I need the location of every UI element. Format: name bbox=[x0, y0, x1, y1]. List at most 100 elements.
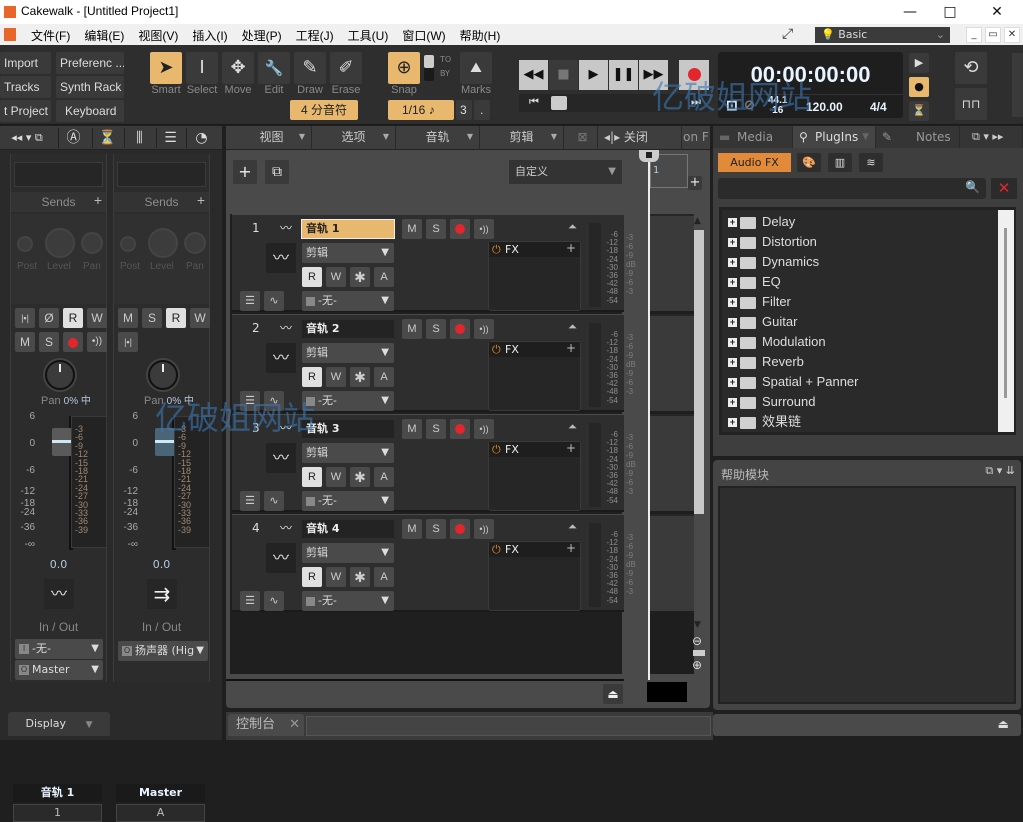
vertical-scrollbar[interactable]: ▲ ▼ ⊖ ⊕ bbox=[692, 214, 706, 674]
fast-forward-button[interactable]: ▶▶ bbox=[639, 60, 668, 90]
track-row[interactable]: 2 〰 音轨 2 M S •)) ⏶ 〰 剪辑 ▼ R W ✱ A ☰ ∿ -无-… bbox=[232, 314, 624, 412]
track-row[interactable]: 1 〰 音轨 1 M S •)) ⏶ 〰 剪辑 ▼ R W ✱ A ☰ ∿ -无-… bbox=[232, 214, 624, 312]
punch-button[interactable]: ⊓⊓ bbox=[955, 88, 987, 120]
automation-lane-icon[interactable]: ∿ bbox=[264, 291, 284, 311]
workspace-select[interactable]: 💡 Basic ⌄ bbox=[815, 27, 950, 43]
track-name[interactable]: 音轨 2 bbox=[302, 320, 394, 338]
position-slider[interactable]: ⏮ ⏭ bbox=[519, 94, 709, 112]
plugin-category[interactable]: + Guitar bbox=[728, 312, 797, 332]
zoom-out-icon[interactable]: ⊖ bbox=[692, 634, 702, 648]
smart-tool-button[interactable]: ➤ bbox=[150, 52, 182, 84]
fx-bin[interactable]: ⏻ FX + bbox=[488, 441, 581, 511]
clip-lane[interactable] bbox=[648, 514, 694, 611]
minimize-button[interactable]: — bbox=[895, 2, 925, 22]
draw-tool-button[interactable]: ✎ bbox=[294, 52, 326, 84]
add-fx-icon[interactable]: + bbox=[566, 441, 576, 456]
volume-fader-handle[interactable] bbox=[155, 428, 175, 456]
input-echo-button[interactable]: |▪| bbox=[15, 308, 35, 328]
input-monitor-button[interactable]: •)) bbox=[474, 519, 494, 539]
send-level-knob[interactable] bbox=[45, 228, 75, 258]
read-automation-button[interactable]: R bbox=[302, 467, 322, 487]
snap-to-by-switch[interactable] bbox=[424, 55, 434, 81]
plugin-category[interactable]: + Delay bbox=[728, 212, 795, 232]
arm-record-button[interactable] bbox=[450, 219, 470, 239]
expand-icon[interactable]: + bbox=[728, 238, 737, 248]
input-select[interactable]: I -无- ▼ bbox=[15, 639, 103, 659]
edit-tool-button[interactable]: 🔧 bbox=[258, 52, 290, 84]
arm-record-button[interactable] bbox=[450, 419, 470, 439]
read-automation-button[interactable]: R bbox=[302, 567, 322, 587]
loop-button[interactable]: ⟲ bbox=[955, 52, 987, 84]
input-select[interactable]: -无- ▼ bbox=[302, 491, 394, 511]
browser-options[interactable]: ⧉ ▾ ▸▸ bbox=[960, 126, 1023, 148]
audio-engine-icon[interactable]: ⊡ bbox=[726, 97, 738, 114]
scroll-thumb[interactable] bbox=[694, 230, 704, 514]
input-monitor-button[interactable]: •)) bbox=[474, 419, 494, 439]
collapse-track-icon[interactable]: ⏶ bbox=[568, 320, 577, 334]
add-track-button[interactable]: + bbox=[233, 160, 257, 184]
expand-icon[interactable]: + bbox=[728, 278, 737, 288]
power-icon[interactable]: ⏻ bbox=[492, 442, 501, 457]
erase-tool-button[interactable]: ✐ bbox=[330, 52, 362, 84]
strip-name[interactable]: 音轨 1 bbox=[13, 784, 102, 802]
stop-button[interactable]: ■ bbox=[549, 60, 578, 90]
add-lane-button[interactable]: + bbox=[688, 176, 702, 190]
read-automation-button[interactable]: R bbox=[302, 367, 322, 387]
add-fx-icon[interactable]: + bbox=[566, 341, 576, 356]
plugin-category[interactable]: + Filter bbox=[728, 292, 791, 312]
plugin-category[interactable]: + Dynamics bbox=[728, 252, 819, 272]
clear-search-button[interactable]: ✕ bbox=[991, 178, 1017, 199]
plugin-category[interactable]: + Reverb bbox=[728, 352, 804, 372]
menu-insert[interactable]: 插入(I) bbox=[187, 27, 232, 44]
close-tool-button[interactable]: ◂|▸ 关闭 bbox=[598, 126, 682, 150]
menu-window[interactable]: 窗口(W) bbox=[397, 27, 450, 44]
menu-view[interactable]: 视图 ▼ bbox=[232, 126, 312, 150]
snap-toggle-button[interactable]: ⊕ bbox=[388, 52, 420, 84]
input-monitor-button[interactable]: •)) bbox=[474, 319, 494, 339]
output-select[interactable]: O Master ▼ bbox=[15, 660, 103, 680]
expand-icon[interactable]: + bbox=[728, 218, 737, 228]
menu-clips[interactable]: 剪辑 ▼ bbox=[480, 126, 564, 150]
tree-scrollbar[interactable] bbox=[998, 210, 1014, 432]
mdi-close-button[interactable]: ✕ bbox=[1004, 27, 1020, 43]
fx-bin[interactable]: ⏻ FX + bbox=[488, 341, 581, 411]
send-pan-knob[interactable] bbox=[184, 232, 206, 254]
add-send-icon[interactable]: + bbox=[197, 190, 205, 210]
mute-button[interactable]: M bbox=[402, 419, 422, 439]
automation-lane-icon[interactable]: ∿ bbox=[264, 591, 284, 611]
input-monitor-button[interactable]: •)) bbox=[474, 219, 494, 239]
dotted-button[interactable]: . bbox=[474, 100, 490, 120]
menu-view[interactable]: 视图(V) bbox=[133, 27, 183, 44]
expand-icon[interactable]: ⤢ bbox=[782, 26, 793, 42]
move-tool-button[interactable]: ✥ bbox=[222, 52, 254, 84]
clip-mode-select[interactable]: 剪辑 ▼ bbox=[302, 243, 394, 263]
collapse-track-icon[interactable]: ⏶ bbox=[568, 520, 577, 534]
import-button[interactable]: Import bbox=[0, 52, 51, 74]
record-button[interactable] bbox=[679, 60, 709, 90]
track-name[interactable]: 音轨 1 bbox=[301, 219, 395, 239]
mute-button[interactable]: M bbox=[118, 308, 138, 328]
input-monitor-button[interactable]: •)) bbox=[87, 332, 107, 352]
solo-button[interactable]: S bbox=[142, 308, 162, 328]
menu-options[interactable]: 选项 ▼ bbox=[312, 126, 396, 150]
track-menu-icon[interactable]: ☰ bbox=[240, 291, 260, 311]
track-row[interactable]: 4 〰 音轨 4 M S •)) ⏶ 〰 剪辑 ▼ R W ✱ A ☰ ∿ -无-… bbox=[232, 514, 624, 612]
snap-resolution-select[interactable]: 1/16 ♪ bbox=[388, 100, 454, 120]
triplet-button[interactable]: 3 bbox=[456, 100, 472, 120]
record-mode-button[interactable]: ● bbox=[909, 77, 929, 97]
write-automation-button[interactable]: W bbox=[326, 267, 346, 287]
waveform-icon[interactable]: ⫼ bbox=[124, 128, 154, 148]
envelope-icon[interactable]: ⊠ bbox=[568, 126, 598, 150]
freeze-button[interactable]: ✱ bbox=[350, 267, 370, 287]
mute-button[interactable]: M bbox=[15, 332, 35, 352]
fx-bin[interactable]: ⏻ FX + bbox=[488, 541, 581, 611]
list-icon[interactable]: ☰ bbox=[156, 128, 184, 148]
menu-tools[interactable]: 工具(U) bbox=[343, 27, 394, 44]
power-icon[interactable]: ⏻ bbox=[492, 342, 501, 357]
add-fx-icon[interactable]: + bbox=[566, 541, 576, 556]
tempo-value[interactable]: 120.00 bbox=[806, 100, 843, 114]
close-button[interactable]: ✕ bbox=[982, 2, 1012, 22]
automation-lane-icon[interactable]: ∿ bbox=[264, 391, 284, 411]
menu-project[interactable]: 工程(J) bbox=[291, 27, 339, 44]
read-automation-button[interactable]: R bbox=[302, 267, 322, 287]
